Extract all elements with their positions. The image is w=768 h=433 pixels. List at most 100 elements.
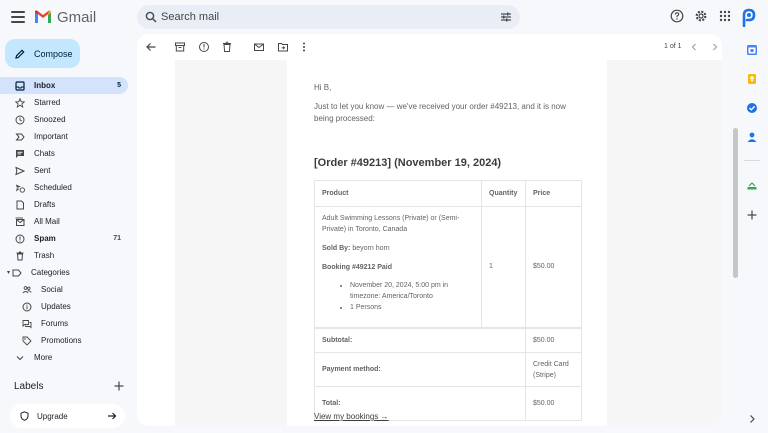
email-body: Hi B, Just to let you know — we've recei… (287, 60, 607, 426)
sidebar-item-inbox[interactable]: Inbox 5 (0, 77, 128, 94)
sidebar-item-sent[interactable]: Sent (0, 162, 128, 179)
booking-details-list: November 20, 2024, 5:00 pm in timezone: … (322, 280, 474, 313)
contacts-icon[interactable] (746, 131, 758, 143)
sidebar-item-social[interactable]: Social (0, 281, 128, 298)
prev-chevron-icon[interactable] (688, 41, 700, 53)
account-avatar[interactable] (740, 7, 758, 27)
spam-count: 71 (113, 235, 121, 242)
search-icon[interactable] (145, 11, 157, 23)
inbox-count: 5 (117, 82, 121, 89)
upgrade-button[interactable]: Upgrade (10, 404, 125, 428)
compose-button[interactable]: Compose (5, 39, 80, 68)
sidebar-item-label: Chats (34, 149, 55, 158)
product-cell: Adult Swimming Lessons (Private) or (Sem… (314, 206, 482, 328)
add-label-icon[interactable] (113, 380, 125, 392)
sidebar-item-starred[interactable]: Starred (0, 94, 128, 111)
pagination-text: 1 of 1 (664, 43, 682, 50)
sidebar-item-label: Spam (34, 234, 56, 243)
sidebar-item-forums[interactable]: Forums (0, 315, 128, 332)
subtotal-row: Subtotal: $50.00 (314, 326, 582, 353)
list-item: November 20, 2024, 5:00 pm in timezone: … (350, 280, 474, 302)
apps-grid-icon[interactable] (718, 9, 732, 23)
expand-side-panel-icon[interactable] (746, 413, 758, 425)
chevron-down-icon (15, 353, 25, 363)
scrollbar-thumb[interactable] (733, 128, 738, 278)
col-header-product: Product (314, 180, 482, 207)
settings-gear-icon[interactable] (694, 9, 708, 23)
sidebar-item-scheduled[interactable]: Scheduled (0, 179, 128, 196)
sidebar-item-updates[interactable]: Updates (0, 298, 128, 315)
rail-divider (744, 160, 760, 161)
sidebar-item-label: All Mail (34, 217, 60, 226)
sidebar-item-label: Forums (41, 319, 69, 328)
addon-icon[interactable] (746, 180, 758, 192)
order-table: Product Quantity Price Adult Swimming Le… (314, 180, 582, 421)
inbox-icon (15, 80, 25, 91)
next-chevron-icon[interactable] (709, 41, 721, 53)
keep-icon[interactable] (746, 73, 758, 85)
clock-icon (15, 115, 25, 125)
archive-icon[interactable] (174, 41, 186, 53)
tasks-icon[interactable] (746, 102, 758, 114)
order-heading: [Order #49213] (November 19, 2024) (314, 157, 502, 169)
help-icon[interactable] (670, 9, 684, 23)
sidebar-item-all-mail[interactable]: All Mail (0, 213, 128, 230)
back-arrow-icon[interactable] (145, 41, 157, 53)
total-value: $50.00 (525, 386, 582, 421)
search-options-icon[interactable] (500, 11, 512, 23)
get-addons-plus-icon[interactable] (746, 209, 758, 221)
scheduled-send-icon (15, 183, 25, 193)
calendar-icon[interactable] (746, 44, 758, 56)
gmail-m-icon (35, 10, 51, 23)
email-greeting: Hi B, (314, 83, 332, 92)
sidebar-item-label: Trash (34, 251, 55, 260)
sold-by-vendor: beyorn horn (352, 245, 390, 252)
quantity-cell: 1 (481, 206, 526, 328)
more-vertical-icon[interactable] (298, 41, 310, 53)
main-menu-icon[interactable] (10, 9, 26, 25)
sidebar-item-categories[interactable]: ▾ Categories (0, 264, 128, 281)
people-icon (22, 285, 32, 295)
all-mail-icon (15, 217, 25, 227)
message-pane: 1 of 1 Hi B, Just to let you know — we'v… (137, 34, 722, 426)
gmail-logo[interactable]: Gmail (34, 8, 96, 26)
spam-icon (15, 234, 25, 244)
sidebar-item-important[interactable]: Important (0, 128, 128, 145)
sidebar-item-snoozed[interactable]: Snoozed (0, 111, 128, 128)
sidebar-item-trash[interactable]: Trash (0, 247, 128, 264)
move-to-icon[interactable] (277, 41, 289, 53)
view-bookings-link[interactable]: View my bookings → (314, 412, 389, 421)
upgrade-label: Upgrade (37, 411, 68, 421)
col-header-quantity: Quantity (481, 180, 526, 207)
sidebar-item-label: Promotions (41, 336, 82, 345)
sidebar-item-spam[interactable]: Spam 71 (0, 230, 128, 247)
delete-icon[interactable] (221, 41, 233, 53)
compose-label: Compose (34, 48, 73, 59)
payment-value: Credit Card (Stripe) (525, 352, 582, 387)
sidebar-item-chats[interactable]: Chats (0, 145, 128, 162)
storage-shield-icon (20, 411, 29, 421)
caret-down-icon: ▾ (7, 270, 11, 276)
report-spam-icon[interactable] (198, 41, 210, 53)
table-header-row: Product Quantity Price (314, 180, 582, 207)
sidebar-item-label: Inbox (34, 81, 56, 90)
search-input[interactable] (161, 5, 481, 29)
sidebar-item-more[interactable]: More (0, 349, 128, 366)
sidebar-item-label: Important (34, 132, 68, 141)
price-cell: $50.00 (525, 206, 582, 328)
sidebar-item-promotions[interactable]: Promotions (0, 332, 128, 349)
sidebar-item-label: Categories (31, 268, 70, 277)
sidebar-item-label: More (34, 353, 53, 362)
payment-label: Payment method: (314, 352, 526, 387)
mark-unread-icon[interactable] (253, 41, 265, 53)
app-name: Gmail (57, 8, 97, 26)
pencil-icon (15, 48, 25, 59)
star-icon (15, 97, 25, 108)
booking-status: Booking #49212 Paid (322, 264, 393, 271)
message-toolbar: 1 of 1 (137, 34, 722, 60)
search-bar[interactable] (137, 5, 520, 29)
sidebar-item-drafts[interactable]: Drafts (0, 196, 128, 213)
list-item: 1 Persons (350, 302, 474, 313)
forum-icon (22, 319, 32, 329)
draft-icon (15, 200, 25, 210)
